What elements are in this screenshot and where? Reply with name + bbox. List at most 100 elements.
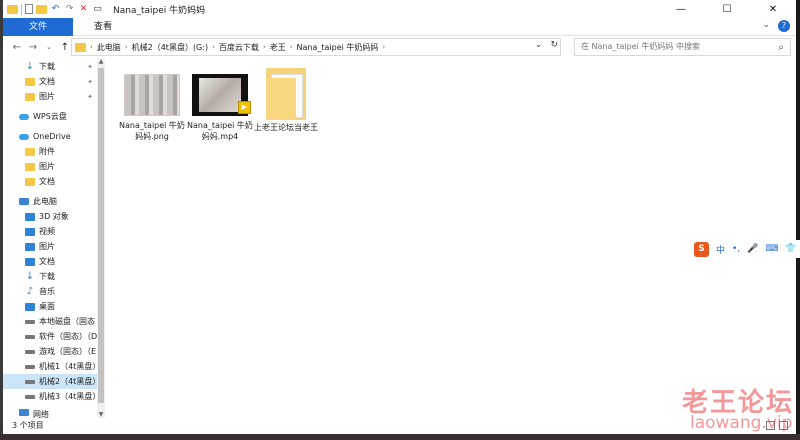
undo-icon[interactable]: ↶ [50,4,61,15]
sidebar-item-3d-objects[interactable]: 3D 对象 [3,209,97,224]
chevron-right-icon: › [90,43,93,51]
sidebar-item-pictures-pinned[interactable]: 图片 ✦ [3,89,97,104]
file-item-mp4[interactable]: ▶ Nana_taipei 牛奶妈妈.mp4 [185,68,255,142]
sidebar-item-this-pc[interactable]: 此电脑 [3,194,97,209]
sidebar-item-onedrive[interactable]: OneDrive [3,129,97,144]
sidebar-item-label: 音乐 [39,287,55,296]
search-input[interactable]: 在 Nana_taipei 牛奶妈妈 中搜索 ⌕ [574,38,791,56]
scroll-up-icon[interactable]: ▲ [97,58,105,65]
network-icon [19,409,29,416]
breadcrumb-current[interactable]: Nana_taipei 牛奶妈妈 [297,42,379,53]
sidebar-item-label: 软件（固态）（D [39,332,97,341]
ime-language-toggle[interactable]: 中 [716,243,725,256]
sogou-logo-icon[interactable]: S [694,241,709,257]
tab-view[interactable]: 查看 [83,18,123,35]
cloud-icon [19,133,29,140]
sidebar-item-label: 下载 [39,62,55,71]
sidebar-item-drive-e[interactable]: 游戏（固态）（E [3,344,97,359]
drive-icon [25,379,35,384]
sidebar-item-downloads[interactable]: ↓ 下载 [3,269,97,284]
search-placeholder: 在 Nana_taipei 牛奶妈妈 中搜索 [581,42,700,51]
microphone-icon[interactable]: 🎤 [747,244,758,254]
folder-icon [25,177,35,186]
address-bar[interactable]: › 此电脑 › 机械2（4t黑盘）(G:) › 百度云下载 › 老王 › Nan… [71,38,561,56]
item-count: 3 个项目 [12,421,44,430]
properties-icon[interactable] [25,4,33,14]
folder-icon [258,68,314,120]
sidebar-item-onedrive-pictures[interactable]: 图片 [3,159,97,174]
recent-locations-button[interactable]: ⌄ [41,43,57,51]
search-icon[interactable]: ⌕ [778,40,784,56]
pictures-folder-icon [25,242,35,251]
redo-icon[interactable]: ↷ [64,4,75,15]
sidebar-item-pictures[interactable]: 图片 [3,239,97,254]
sidebar-item-label: 机械2（4t黑盘） [39,377,97,386]
new-folder-icon[interactable] [36,4,47,14]
close-button[interactable]: ✕ [750,0,796,18]
expand-ribbon-icon[interactable]: ⌄ [762,20,770,32]
scroll-down-icon[interactable]: ▼ [97,411,105,418]
folder-icon [7,4,18,14]
sidebar-item-attachments[interactable]: 附件 [3,144,97,159]
sidebar-item-label: 机械1（4t黑盘） [39,362,97,371]
help-icon[interactable]: ? [778,20,790,32]
tab-file[interactable]: 文件 [3,18,73,36]
chevron-right-icon: › [382,43,386,51]
breadcrumb-this-pc[interactable]: 此电脑 [97,42,121,53]
file-item-folder[interactable]: 上老王论坛当老王 [251,68,321,133]
sidebar-item-label: 下载 [39,272,55,281]
forward-button[interactable]: → [25,42,41,53]
pin-icon: ✦ [87,77,93,86]
sidebar-item-wps-cloud[interactable]: WPS云盘 [3,109,97,124]
chevron-right-icon: › [124,43,128,51]
window-title: Nana_taipei 牛奶妈妈 [113,5,206,16]
sidebar-item-documents[interactable]: 文档 [3,254,97,269]
file-name: 上老王论坛当老王 [254,123,318,132]
maximize-button[interactable]: ☐ [704,0,750,18]
folder-icon [25,162,35,171]
sidebar-item-documents-pinned[interactable]: 文档 ✦ [3,74,97,89]
skin-icon[interactable]: 👕 [785,244,796,254]
sidebar-item-onedrive-documents[interactable]: 文档 [3,174,97,189]
address-dropdown-icon[interactable]: ⌄ [535,40,543,50]
sidebar-item-label: 图片 [39,162,55,171]
breadcrumb-baidu[interactable]: 百度云下载 [219,42,259,53]
keyboard-icon[interactable]: ⌨ [765,244,778,254]
sidebar-item-drive-d[interactable]: 软件（固态）（D [3,329,97,344]
sidebar-item-label: 附件 [39,147,55,156]
sidebar-item-desktop[interactable]: 桌面 [3,299,97,314]
sidebar-item-hdd2[interactable]: 机械2（4t黑盘） [3,374,97,389]
video-thumbnail: ▶ [192,74,251,116]
image-thumbnail [124,74,180,116]
chevron-right-icon: › [212,43,215,51]
video-folder-icon [25,227,35,236]
cube-icon [25,212,35,221]
sidebar-item-label: 本地磁盘（固态 [39,317,95,326]
sidebar-item-hdd1[interactable]: 机械1（4t黑盘） [3,359,97,374]
sidebar-item-videos[interactable]: 视频 [3,224,97,239]
punctuation-icon[interactable]: •, [732,244,740,254]
cloud-icon [19,113,29,120]
back-button[interactable]: ← [9,42,25,53]
sidebar-item-network[interactable]: 网络 [3,409,97,418]
sidebar-item-music[interactable]: ♪ 音乐 [3,284,97,299]
minimize-button[interactable]: — [658,0,704,18]
separator [21,3,22,15]
drive-icon [25,364,35,369]
rename-icon[interactable]: ▭ [92,4,103,15]
breadcrumb-laowang[interactable]: 老王 [270,42,286,53]
breadcrumb-drive[interactable]: 机械2（4t黑盘）(G:) [132,42,208,53]
sidebar-item-drive-c[interactable]: 本地磁盘（固态 [3,314,97,329]
delete-icon[interactable]: ✕ [78,4,89,15]
sidebar-item-downloads-pinned[interactable]: ↓ 下载 ✦ [3,59,97,74]
scrollbar-thumb[interactable] [98,68,104,403]
sidebar-scrollbar[interactable]: ▲ ▼ [97,58,105,418]
file-item-png[interactable]: Nana_taipei 牛奶妈妈.png [117,68,187,142]
folder-icon [25,92,35,101]
sidebar-item-label: 机械3（4t黑盘） [39,392,97,401]
sidebar-item-hdd3[interactable]: 机械3（4t黑盘） [3,389,97,404]
desktop-icon [25,302,35,311]
documents-folder-icon [25,257,35,266]
refresh-icon[interactable]: ↻ [550,40,558,50]
pin-icon: ✦ [87,92,93,101]
